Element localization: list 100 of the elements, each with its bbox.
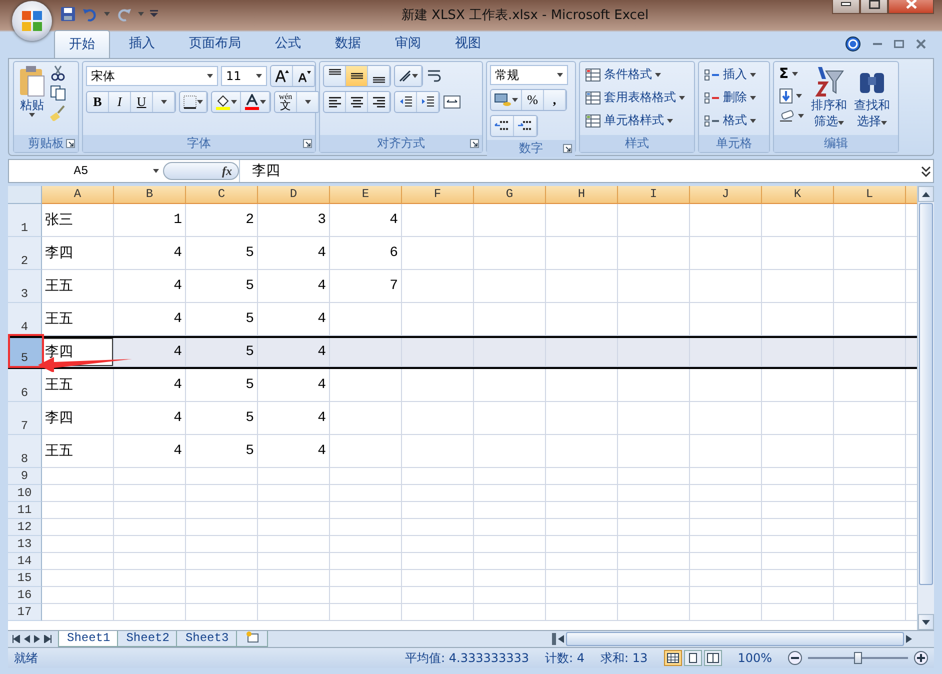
- window-title: 新建 XLSX 工作表.xlsx - Microsoft Excel: [400, 7, 650, 24]
- fill-button[interactable]: [777, 87, 804, 105]
- office-button[interactable]: [12, 1, 52, 41]
- paint-bucket-icon: [215, 94, 231, 110]
- status-text: 就绪: [14, 650, 38, 666]
- scissors-icon: [50, 65, 66, 81]
- column-header[interactable]: C: [186, 186, 258, 204]
- zoom-out-button[interactable]: [788, 651, 802, 665]
- caret-icon: [138, 12, 144, 16]
- cells-menu-button[interactable]: 删除: [702, 88, 758, 107]
- paste-button[interactable]: 粘贴: [17, 65, 47, 132]
- normal-view-button[interactable]: [664, 650, 682, 666]
- column-header[interactable]: G: [474, 186, 546, 204]
- column-header[interactable]: I: [618, 186, 690, 204]
- bold-button[interactable]: B: [87, 92, 109, 112]
- caret-icon: [667, 118, 673, 122]
- column-header[interactable]: F: [402, 186, 474, 204]
- ribbon-tab[interactable]: 审阅: [380, 29, 436, 58]
- row-header[interactable]: 3: [8, 270, 42, 303]
- minimize-button[interactable]: [832, 0, 860, 14]
- clipboard-icon: [19, 65, 45, 97]
- row-header[interactable]: 4: [8, 303, 42, 336]
- column-header[interactable]: B: [114, 186, 186, 204]
- row-header[interactable]: 5: [8, 338, 42, 367]
- ribbon-tab[interactable]: 开始: [54, 30, 110, 58]
- phonetic-button[interactable]: wén 文: [275, 92, 297, 112]
- sheet-tab[interactable]: Sheet2: [117, 631, 178, 647]
- slider-thumb[interactable]: [854, 652, 862, 664]
- scrollbar-thumb[interactable]: [566, 632, 904, 646]
- status-text: 计数: 4: [545, 650, 585, 666]
- underline-button[interactable]: U: [131, 92, 153, 112]
- insert-function-button[interactable]: fx: [163, 162, 239, 180]
- caret-icon: [796, 94, 802, 98]
- new-sheet-tab[interactable]: [236, 631, 268, 647]
- ribbon-tab[interactable]: 插入: [114, 29, 170, 58]
- maximize-button[interactable]: [860, 0, 888, 14]
- ribbon-tab[interactable]: 视图: [440, 29, 496, 58]
- percent-button[interactable]: %: [522, 90, 544, 110]
- row-header[interactable]: 15: [8, 570, 42, 587]
- clear-button[interactable]: [777, 109, 806, 123]
- restore-icon: [894, 40, 904, 48]
- ribbon-tab[interactable]: 数据: [320, 29, 376, 58]
- scrollbar-thumb[interactable]: [919, 203, 933, 585]
- name-box[interactable]: A5: [9, 161, 163, 181]
- dialog-launcher-icon[interactable]: [303, 139, 312, 148]
- row-header[interactable]: 17: [8, 604, 42, 621]
- row-header[interactable]: 10: [8, 485, 42, 502]
- italic-button[interactable]: I: [109, 92, 131, 112]
- comma-button[interactable]: ,: [544, 90, 566, 110]
- format-painter-icon: [50, 105, 66, 121]
- sheet-tab[interactable]: Sheet3: [176, 631, 238, 647]
- zoom-in-button[interactable]: [914, 651, 928, 665]
- row-header[interactable]: 9: [8, 468, 42, 485]
- sort-filter-button[interactable]: 排序和 筛选: [809, 65, 849, 132]
- dialog-launcher-icon[interactable]: [470, 139, 479, 148]
- page-break-button[interactable]: [704, 650, 722, 666]
- column-header[interactable]: D: [258, 186, 330, 204]
- row-header[interactable]: 14: [8, 553, 42, 570]
- number-format-field[interactable]: 常规: [490, 65, 568, 85]
- page-layout-button[interactable]: [684, 650, 702, 666]
- column-header[interactable]: E: [330, 186, 402, 204]
- column-header[interactable]: K: [762, 186, 834, 204]
- shrink-font-icon: [296, 69, 310, 83]
- styles-menu-button[interactable]: 单元格样式: [583, 111, 675, 130]
- column-header[interactable]: J: [690, 186, 762, 204]
- row-header[interactable]: 2: [8, 237, 42, 270]
- row-header[interactable]: 16: [8, 587, 42, 604]
- column-header[interactable]: L: [834, 186, 906, 204]
- styles-menu-button[interactable]: 条件格式: [583, 65, 663, 84]
- row-header[interactable]: 1: [8, 204, 42, 237]
- scroll-up-button[interactable]: [918, 186, 934, 202]
- cells-menu-button[interactable]: 插入: [702, 65, 758, 84]
- caret-icon: [798, 114, 804, 118]
- align-button[interactable]: [346, 66, 368, 86]
- fill-down-icon: [779, 88, 793, 104]
- office-logo-icon: [21, 10, 43, 32]
- find-select-button[interactable]: 查找和 选择: [852, 65, 892, 132]
- sheet-tab[interactable]: Sheet1: [58, 631, 120, 647]
- scroll-down-button[interactable]: [918, 614, 934, 630]
- group-label: 单元格: [716, 135, 752, 152]
- row-header[interactable]: 8: [8, 435, 42, 468]
- close-button[interactable]: [888, 0, 934, 14]
- dialog-launcher-icon[interactable]: [563, 144, 572, 153]
- row-header[interactable]: 13: [8, 536, 42, 553]
- ribbon-tab[interactable]: 公式: [260, 29, 316, 58]
- cells-menu-button[interactable]: 格式: [702, 111, 758, 130]
- styles-menu-button[interactable]: 套用表格格式: [583, 88, 687, 107]
- dialog-launcher-icon[interactable]: [66, 139, 75, 148]
- row-header[interactable]: 11: [8, 502, 42, 519]
- column-header[interactable]: H: [546, 186, 618, 204]
- row-header[interactable]: 12: [8, 519, 42, 536]
- column-header[interactable]: A: [42, 186, 114, 204]
- autosum-button[interactable]: Σ: [777, 65, 800, 83]
- row-header[interactable]: 6: [8, 369, 42, 402]
- font-name-field[interactable]: 宋体: [86, 66, 218, 86]
- left-arrow-icon: [558, 635, 564, 643]
- ribbon-tab[interactable]: 页面布局: [174, 29, 256, 58]
- row-header[interactable]: 7: [8, 402, 42, 435]
- formula-field[interactable]: 李四: [239, 160, 919, 182]
- font-size-field[interactable]: 11: [221, 66, 267, 86]
